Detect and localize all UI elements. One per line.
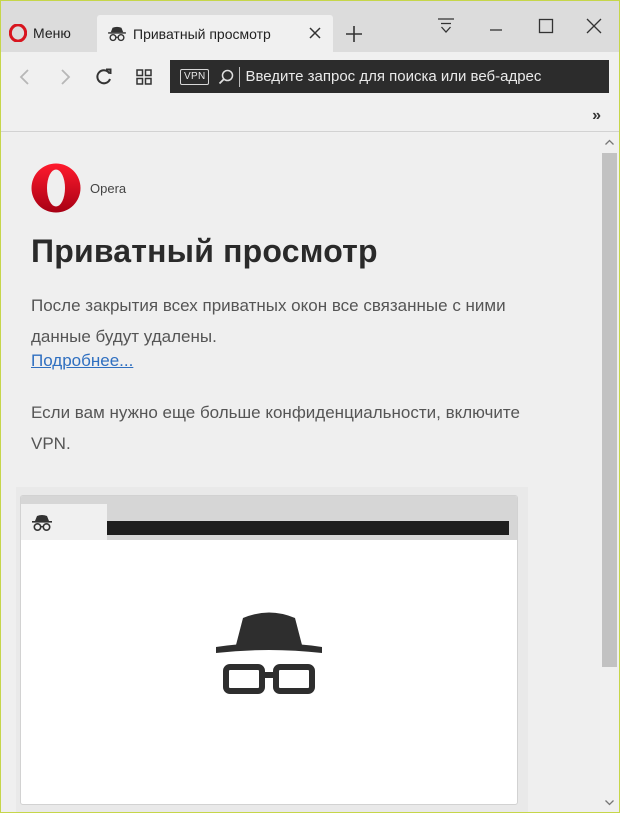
toolbar: VPN (1, 52, 619, 102)
forward-button[interactable] (53, 65, 77, 89)
page-title: Приватный просмотр (31, 233, 378, 269)
grid-icon (136, 69, 152, 85)
tab-private-browsing[interactable]: Приватный просмотр (97, 15, 333, 52)
private-window-illustration (16, 487, 528, 812)
incognito-icon (108, 26, 126, 41)
brand-name: Opera (90, 180, 127, 196)
close-window-button[interactable] (583, 15, 605, 37)
learn-more-link[interactable]: Подробнее... (31, 351, 133, 371)
browser-window: Меню Приватный просмотр VPN Введите запр… (1, 1, 619, 812)
tab-title: Приватный просмотр (133, 25, 271, 42)
incognito-icon (32, 515, 52, 532)
incognito-icon (216, 612, 322, 694)
back-button[interactable] (13, 65, 37, 89)
illustration-browser-frame (20, 495, 518, 805)
page-content: Opera Приватный просмотр После закрытия … (1, 133, 600, 812)
reload-button[interactable] (92, 65, 116, 89)
close-icon[interactable] (307, 25, 323, 41)
scroll-down-arrow-icon[interactable] (604, 797, 615, 808)
opera-brand: Opera (31, 163, 126, 213)
address-bar[interactable]: VPN (170, 60, 609, 93)
more-bookmarks-button[interactable]: » (592, 107, 601, 125)
bookmarks-bar: » (1, 102, 619, 132)
opera-logo-icon (9, 24, 27, 42)
back-arrow-icon (19, 69, 29, 85)
vpn-badge[interactable]: VPN (180, 68, 210, 85)
scroll-up-arrow-icon[interactable] (604, 137, 615, 148)
maximize-button[interactable] (535, 15, 557, 37)
new-tab-button[interactable] (343, 23, 365, 45)
menu-label: Меню (33, 25, 71, 41)
speed-dial-button[interactable] (132, 65, 156, 89)
tab-menu-icon[interactable] (435, 15, 457, 37)
vpn-hint: Если вам нужно еще больше конфиденциальн… (31, 403, 520, 453)
opera-menu-button[interactable]: Меню (9, 19, 71, 47)
address-input[interactable] (239, 66, 580, 87)
reload-icon (96, 68, 112, 85)
scrollbar-thumb[interactable] (602, 153, 617, 667)
forward-arrow-icon (61, 69, 71, 85)
illustration-address-bar (107, 521, 509, 535)
page-scrollbar[interactable] (600, 133, 619, 812)
illustration-tab (21, 504, 107, 540)
opera-logo-icon (31, 163, 81, 213)
search-icon (219, 69, 234, 84)
minimize-button[interactable] (485, 15, 507, 37)
tab-bar: Меню Приватный просмотр (1, 1, 619, 52)
private-description: После закрытия всех приватных окон все с… (31, 296, 506, 346)
